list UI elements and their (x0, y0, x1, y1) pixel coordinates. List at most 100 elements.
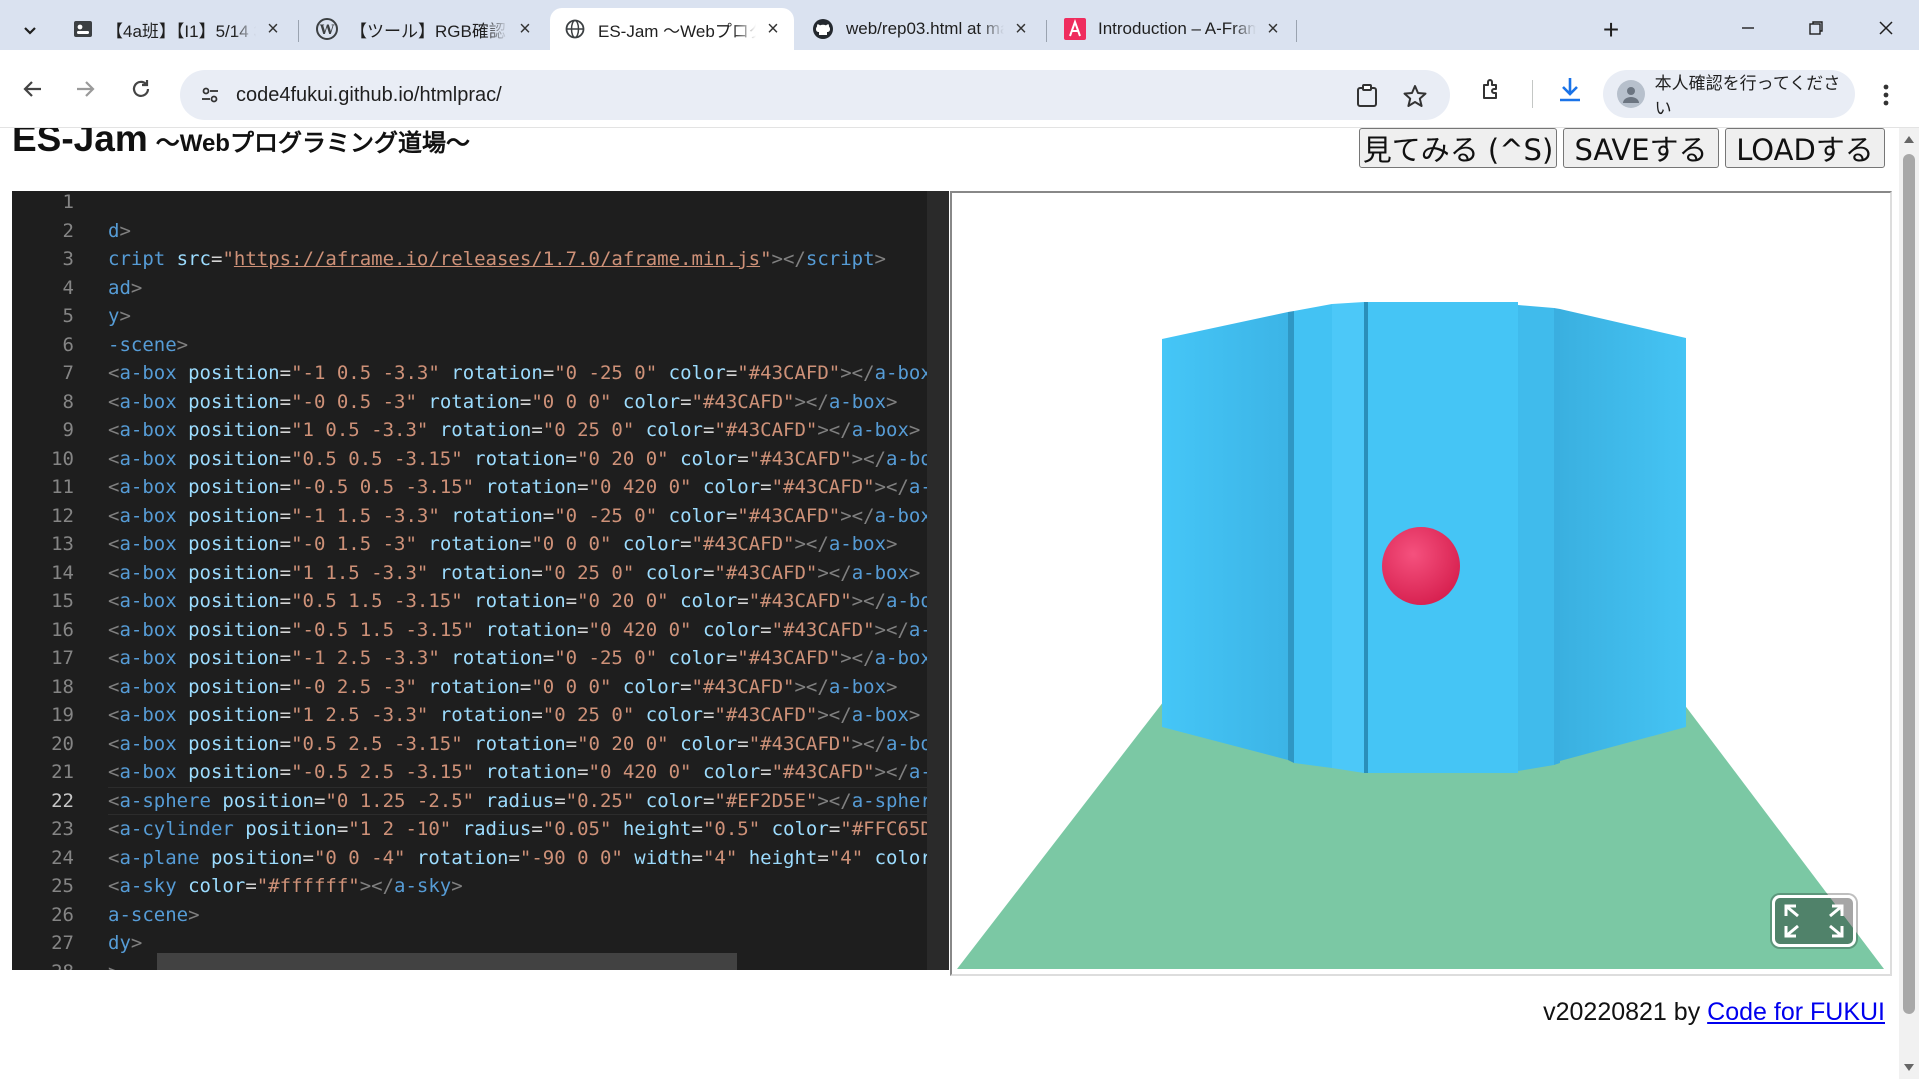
code-line[interactable]: <a-box position="-0 1.5 -3" rotation="0 … (108, 530, 949, 559)
code-token: ></ (771, 248, 806, 270)
code-token: = (279, 618, 292, 641)
wall-panel-left (1162, 312, 1288, 760)
close-icon[interactable]: × (1010, 18, 1032, 40)
code-line[interactable] (108, 191, 949, 217)
code-line[interactable]: d> (108, 217, 949, 246)
code-line[interactable]: <a-box position="-1 1.5 -3.3" rotation="… (108, 502, 949, 531)
line-number: 8 (62, 390, 74, 413)
scroll-down-icon[interactable] (1904, 1064, 1914, 1071)
close-icon[interactable]: × (762, 18, 784, 40)
code-token: ></ (840, 362, 875, 384)
code-line[interactable]: <a-box position="0.5 0.5 -3.15" rotation… (108, 445, 949, 474)
extensions-icon[interactable] (1477, 74, 1507, 104)
code-token: "1 0.5 -3.3" (291, 419, 429, 441)
address-bar[interactable]: code4fukui.github.io/htmlprac/ (180, 70, 1450, 120)
code-line[interactable]: cript src="https://aframe.io/releases/1.… (108, 245, 949, 274)
code-token: rotation (474, 590, 566, 612)
code-line[interactable]: <a-box position="-0.5 1.5 -3.15" rotatio… (108, 616, 949, 645)
code-line[interactable]: <a-box position="-0 0.5 -3" rotation="0 … (108, 388, 949, 417)
code-line[interactable]: <a-box position="1 0.5 -3.3" rotation="0… (108, 416, 949, 445)
back-button[interactable] (14, 70, 52, 108)
star-icon[interactable] (1402, 83, 1428, 109)
code-token: rotation (451, 647, 543, 669)
line-number: 22 (51, 789, 74, 812)
load-button[interactable]: LOADする (1725, 128, 1885, 168)
tab-3[interactable]: web/rep03.html at maste × (798, 8, 1042, 50)
scroll-up-icon[interactable] (1904, 136, 1914, 143)
download-icon[interactable] (1555, 74, 1585, 104)
scrollbar-thumb[interactable] (1903, 154, 1915, 1014)
close-icon (1879, 21, 1893, 35)
close-icon[interactable]: × (514, 18, 536, 40)
sphere (1382, 527, 1460, 605)
tab-4[interactable]: Introduction – A-Frame × (1050, 8, 1294, 50)
close-icon[interactable]: × (1262, 18, 1284, 40)
code-token: = (279, 504, 292, 527)
code-for-fukui-link[interactable]: Code for FUKUI (1707, 998, 1885, 1026)
code-line[interactable]: <a-box position="-0.5 2.5 -3.15" rotatio… (108, 758, 949, 787)
save-button[interactable]: SAVEする (1563, 128, 1719, 168)
code-token: "#43CAFD" (748, 732, 852, 755)
code-line[interactable]: a-scene> (108, 901, 949, 930)
code-line[interactable]: <a-plane position="0 0 -4" rotation="-90… (108, 844, 949, 873)
new-tab-button[interactable]: + (1593, 12, 1629, 48)
reload-button[interactable] (122, 70, 160, 108)
close-icon[interactable]: × (262, 18, 284, 40)
aframe-preview[interactable] (950, 191, 1892, 976)
code-line[interactable]: <a-cylinder position="1 2 -10" radius="0… (108, 815, 949, 844)
restore-button[interactable] (1788, 8, 1844, 48)
code-token: "#43CAFD" (737, 362, 841, 384)
tab-2-active[interactable]: ES-Jam 〜Webプログラミン × (550, 8, 794, 50)
code-editor[interactable]: 1 2 3 4 5 6 7 8 9 10 11 12 13 14 15 16 17 18 19 20 21 22 23 24 2… (12, 191, 949, 970)
clipboard-icon[interactable] (1354, 83, 1380, 109)
minimize-button[interactable] (1720, 8, 1776, 48)
profile-button[interactable]: 本人確認を行ってください (1603, 70, 1855, 118)
line-number: 9 (62, 419, 74, 441)
code-token: < (108, 419, 120, 441)
code-token: position (188, 362, 280, 384)
code-line[interactable]: <a-box position="1 1.5 -3.3" rotation="0… (108, 559, 949, 588)
code-token: height (622, 818, 692, 840)
code-area[interactable]: d> cript src="https://aframe.io/releases/… (108, 191, 949, 971)
code-token: = (279, 419, 292, 441)
menu-button[interactable] (1871, 78, 1901, 112)
site-info-icon[interactable] (194, 79, 226, 111)
editor-vertical-scrollbar[interactable] (927, 191, 949, 970)
close-window-button[interactable] (1858, 8, 1914, 48)
tab-1[interactable]: W 【ツール】RGB確認ツール – N × (302, 8, 546, 50)
arrow-right-icon (77, 81, 95, 97)
code-line[interactable]: <a-box position="0.5 1.5 -3.15" rotation… (108, 587, 949, 616)
code-token: "0.5 0.5 -3.15" (291, 447, 463, 470)
tab-separator (1296, 20, 1297, 42)
code-line[interactable]: -scene> (108, 331, 949, 360)
code-line[interactable]: y> (108, 302, 949, 331)
page-scrollbar[interactable] (1899, 128, 1919, 1079)
code-line[interactable]: <a-sphere position="0 1.25 -2.5" radius=… (108, 787, 949, 816)
forward-button[interactable] (66, 70, 104, 108)
view-button[interactable]: 見てみる (^S) (1359, 128, 1557, 168)
tab-0[interactable]: 【4a班】【I1】5/14 3週目：J × (58, 8, 294, 50)
code-token: < (108, 704, 120, 726)
fullscreen-button[interactable] (1772, 895, 1856, 947)
code-line[interactable]: <a-box position="-1 0.5 -3.3" rotation="… (108, 359, 949, 388)
code-token: = (828, 818, 841, 840)
code-line[interactable]: <a-box position="0.5 2.5 -3.15" rotation… (108, 730, 949, 759)
line-number: 11 (51, 476, 74, 498)
wall-panel-right (1560, 309, 1686, 761)
code-token: rotation (428, 390, 520, 413)
code-line[interactable]: <a-box position="-0 2.5 -3" rotation="0 … (108, 673, 949, 702)
code-token: > (908, 561, 921, 584)
code-line[interactable]: ad> (108, 274, 949, 303)
url-text[interactable]: code4fukui.github.io/htmlprac/ (236, 84, 502, 107)
code-line[interactable]: <a-sky color="#ffffff"></a-sky> (108, 872, 949, 901)
code-line[interactable]: <a-box position="1 2.5 -3.3" rotation="0… (108, 701, 949, 730)
code-line[interactable]: <a-box position="-0.5 0.5 -3.15" rotatio… (108, 473, 949, 502)
editor-horizontal-scrollbar[interactable] (157, 953, 737, 970)
tab-search-button[interactable] (10, 10, 50, 50)
code-line[interactable]: <a-box position="-1 2.5 -3.3" rotation="… (108, 644, 949, 673)
